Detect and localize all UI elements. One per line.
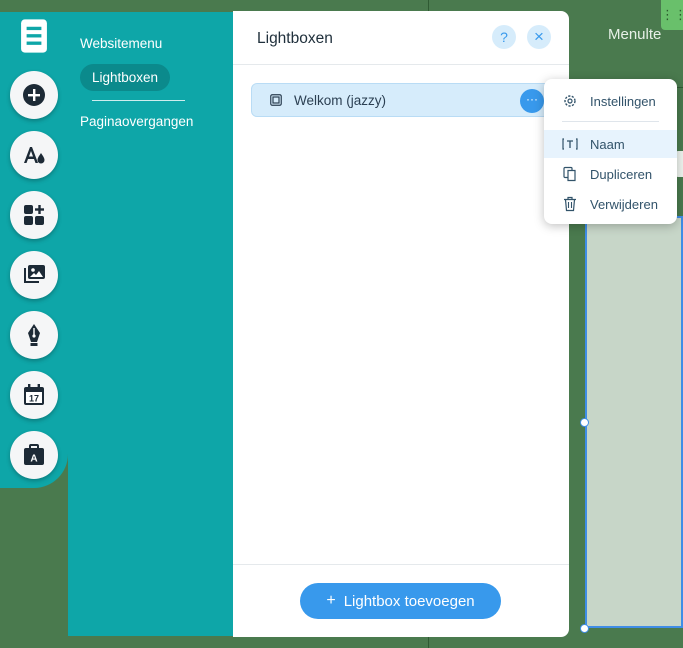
design-button[interactable] <box>10 131 58 179</box>
footer-divider <box>233 564 569 565</box>
menu-item-rename[interactable]: Naam <box>544 130 677 158</box>
briefcase-icon: A <box>24 444 44 465</box>
rename-icon <box>562 136 578 152</box>
more-icon: ··· <box>526 92 538 106</box>
nav-item-websitemenu[interactable]: Websitemenu <box>80 36 162 51</box>
pen-icon <box>28 324 40 346</box>
apps-icon <box>24 205 44 225</box>
trash-icon <box>562 196 578 212</box>
menu-item-label: Verwijderen <box>590 196 658 212</box>
resize-handle[interactable] <box>580 418 589 427</box>
drag-handle-icon[interactable]: ⋮⋮ <box>661 0 683 30</box>
menu-item-label: Naam <box>590 136 625 152</box>
add-lightbox-label: Lightbox toevoegen <box>343 592 475 610</box>
close-icon: × <box>534 27 544 46</box>
nav-item-paginaovergangen[interactable]: Paginaovergangen <box>80 114 193 129</box>
menu-item-duplicate[interactable]: Dupliceren <box>544 160 677 188</box>
nav-item-lightboxen[interactable]: Lightboxen <box>80 64 171 91</box>
lightbox-row[interactable]: Welkom (jazzy) ··· <box>251 83 551 117</box>
plus-icon <box>23 84 45 106</box>
add-button[interactable] <box>10 71 58 119</box>
panel-title: Lightboxen <box>257 30 333 47</box>
lightbox-name: Welkom (jazzy) <box>294 93 387 108</box>
canvas-menu-label: Menulte <box>608 26 662 43</box>
gear-icon <box>562 93 578 109</box>
close-button[interactable]: × <box>527 25 551 49</box>
pages-nav-panel: Websitemenu Lightboxen Paginaovergangen <box>68 12 234 636</box>
calendar-day-text: 17 <box>29 394 39 404</box>
media-button[interactable] <box>10 251 58 299</box>
resize-handle[interactable] <box>580 624 589 633</box>
media-icon <box>24 265 45 283</box>
menu-item-label: Dupliceren <box>590 166 653 182</box>
calendar-icon: 17 <box>24 384 44 405</box>
pages-icon <box>21 19 47 53</box>
lightbox-context-menu: Instellingen Naam Dupliceren Verwijderen <box>544 79 677 224</box>
blog-button[interactable] <box>10 311 58 359</box>
duplicate-icon <box>562 166 578 182</box>
more-actions-button[interactable]: ··· <box>520 89 544 113</box>
menu-item-settings[interactable]: Instellingen <box>544 87 677 115</box>
help-button[interactable]: ? <box>492 25 516 49</box>
theme-icon <box>24 147 45 164</box>
apps-button[interactable] <box>10 191 58 239</box>
plus-icon: + <box>326 592 336 609</box>
business-button[interactable]: A <box>10 431 58 479</box>
briefcase-letter-text: A <box>30 454 37 465</box>
add-lightbox-button[interactable]: + Lightbox toevoegen <box>300 583 501 619</box>
lightbox-icon <box>270 94 282 106</box>
header-divider <box>233 64 569 65</box>
bookings-button[interactable]: 17 <box>10 371 58 419</box>
help-icon: ? <box>500 29 508 45</box>
selected-canvas-element[interactable] <box>585 216 683 628</box>
menu-divider <box>562 121 659 122</box>
nav-divider <box>92 100 185 101</box>
lightboxes-panel: Lightboxen ? × Welkom (jazzy) ··· + Ligh… <box>233 11 569 637</box>
menu-item-delete[interactable]: Verwijderen <box>544 190 677 218</box>
menu-item-label: Instellingen <box>590 93 656 109</box>
pages-button[interactable] <box>10 12 58 60</box>
